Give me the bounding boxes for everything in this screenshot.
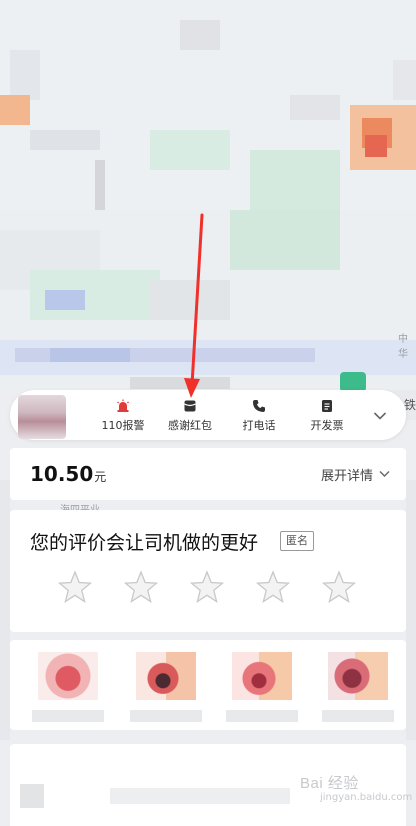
recommendation-image bbox=[38, 652, 98, 700]
baidu-watermark-url: jingyan.baidu.com bbox=[320, 792, 413, 803]
phone-icon bbox=[251, 398, 267, 414]
fare-unit: 元 bbox=[94, 470, 107, 484]
recommendation-item[interactable] bbox=[226, 652, 298, 722]
chevron-down-icon bbox=[379, 467, 390, 482]
star-icon-4[interactable] bbox=[256, 570, 290, 604]
recommendations-card bbox=[10, 640, 406, 730]
thanks-red-packet-label: 感谢红包 bbox=[168, 419, 212, 432]
red-packet-icon bbox=[182, 398, 198, 414]
anonymous-badge[interactable]: 匿名 bbox=[280, 531, 314, 551]
driver-avatar[interactable] bbox=[18, 395, 66, 439]
rating-title: 您的评价会让司机做的更好 bbox=[30, 532, 259, 554]
star-icon-2[interactable] bbox=[124, 570, 158, 604]
call-label: 打电话 bbox=[242, 419, 276, 432]
alarm-110-label: 110报警 bbox=[101, 419, 145, 432]
call-button[interactable]: 打电话 bbox=[224, 398, 294, 434]
alarm-110-button[interactable]: 110报警 bbox=[88, 398, 158, 434]
bottom-placeholder-text bbox=[110, 788, 290, 804]
invoice-label: 开发票 bbox=[310, 419, 344, 432]
expand-details-label: 展开详情 bbox=[320, 469, 373, 484]
expand-details-button[interactable]: 展开详情 bbox=[321, 465, 390, 484]
star-icon-1[interactable] bbox=[58, 570, 92, 604]
star-icon-5[interactable] bbox=[322, 570, 356, 604]
recommendation-item[interactable] bbox=[32, 652, 104, 722]
star-icon-3[interactable] bbox=[190, 570, 224, 604]
rating-card: 您的评价会让司机做的更好 匿名 bbox=[10, 510, 406, 632]
bottom-placeholder-icon bbox=[20, 784, 44, 808]
invoice-button[interactable]: 开发票 bbox=[292, 398, 362, 434]
fare-card: 10.50元 展开详情 bbox=[10, 448, 406, 500]
recommendation-caption bbox=[322, 710, 394, 722]
recommendation-caption bbox=[32, 710, 104, 722]
alarm-icon bbox=[115, 398, 131, 414]
recommendation-caption bbox=[226, 710, 298, 722]
map-label-edge-1: 中华 bbox=[398, 334, 408, 360]
recommendation-item[interactable] bbox=[130, 652, 202, 722]
recommendation-image bbox=[328, 652, 388, 700]
recommendation-caption bbox=[130, 710, 202, 722]
recommendation-item[interactable] bbox=[322, 652, 394, 722]
thanks-red-packet-button[interactable]: 感谢红包 bbox=[155, 398, 225, 434]
fare-amount-value: 10.50 bbox=[30, 462, 94, 486]
invoice-icon bbox=[319, 398, 335, 414]
chevron-down-icon[interactable] bbox=[370, 406, 390, 426]
recommendation-image bbox=[232, 652, 292, 700]
map-label-edge-2: 铁 bbox=[404, 398, 416, 412]
recommendation-image bbox=[136, 652, 196, 700]
fare-amount: 10.50元 bbox=[30, 462, 106, 486]
baidu-watermark: Bai 经验 bbox=[300, 775, 359, 792]
